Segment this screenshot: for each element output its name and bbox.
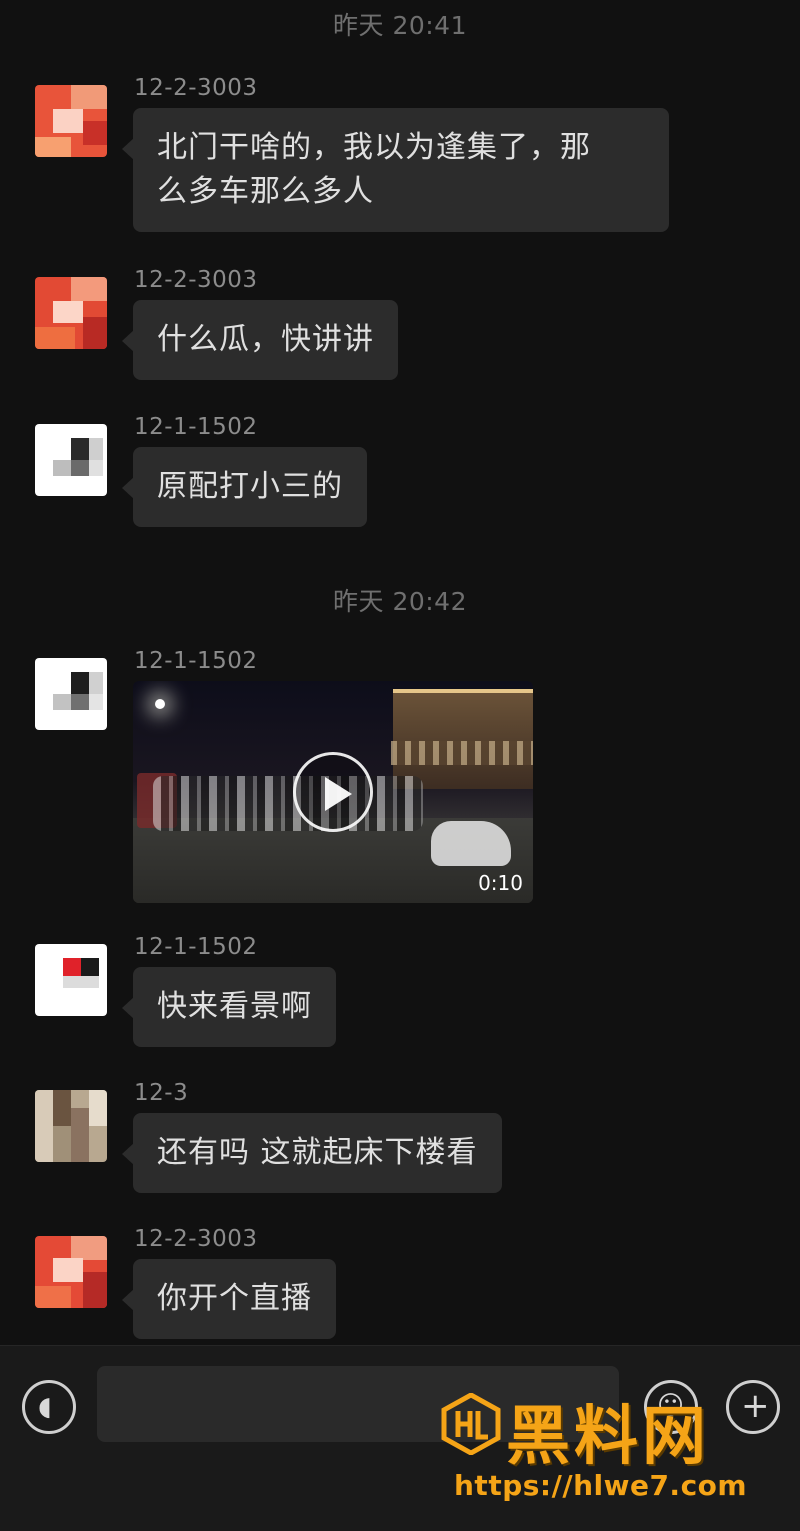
watermark-url: https://hlwe7.com — [454, 1469, 748, 1502]
sender-name: 12-2-3003 — [134, 75, 258, 101]
message-bubble[interactable]: 北门干啥的，我以为逢集了，那 么多车那么多人 — [122, 108, 669, 232]
video-message[interactable]: 0:10 — [133, 681, 533, 903]
avatar[interactable] — [35, 658, 107, 730]
video-thumbnail-lights — [391, 741, 533, 765]
avatar[interactable] — [35, 1090, 107, 1162]
watermark-logo-icon — [441, 1393, 501, 1455]
message-text: 么多车那么多人 — [157, 174, 374, 209]
watermark-name: 黑料网 — [506, 1400, 710, 1474]
message-bubble[interactable]: 原配打小三的 — [122, 447, 367, 527]
watermark: 黑料网 https://hlwe7.com — [440, 1385, 790, 1505]
video-duration: 0:10 — [478, 871, 523, 895]
video-thumbnail-streetlight — [155, 699, 165, 709]
voice-icon[interactable]: ◖ — [22, 1380, 76, 1434]
video-thumbnail-building — [393, 689, 533, 789]
sender-name: 12-1-1502 — [134, 934, 258, 960]
avatar[interactable] — [35, 424, 107, 496]
avatar[interactable] — [35, 277, 107, 349]
video-thumbnail-crowd — [153, 776, 423, 831]
chat-screen: 昨天 20:41 12-2-3003 北门干啥的，我以为逢集了，那 么多车那么多… — [0, 0, 800, 1531]
sender-name: 12-1-1502 — [134, 648, 258, 674]
sender-name: 12-2-3003 — [134, 1226, 258, 1252]
message-text: 还有吗 这就起床下楼看 — [157, 1135, 478, 1170]
message-bubble[interactable]: 你开个直播 — [122, 1259, 336, 1339]
avatar[interactable] — [35, 85, 107, 157]
avatar[interactable] — [35, 1236, 107, 1308]
sender-name: 12-1-1502 — [134, 414, 258, 440]
avatar[interactable] — [35, 944, 107, 1016]
message-text: 你开个直播 — [157, 1281, 312, 1316]
play-icon[interactable] — [293, 752, 373, 832]
message-text: 快来看景啊 — [157, 989, 312, 1024]
message-text: 什么瓜，快讲讲 — [157, 322, 374, 357]
sender-name: 12-3 — [134, 1080, 189, 1106]
message-bubble[interactable]: 还有吗 这就起床下楼看 — [122, 1113, 502, 1193]
message-bubble[interactable]: 快来看景啊 — [122, 967, 336, 1047]
message-text: 北门干啥的，我以为逢集了，那 — [157, 130, 591, 165]
time-divider: 昨天 20:41 — [333, 11, 467, 40]
sender-name: 12-2-3003 — [134, 267, 258, 293]
video-thumbnail-scooter — [431, 821, 511, 866]
message-text: 原配打小三的 — [157, 469, 343, 504]
time-divider: 昨天 20:42 — [333, 587, 467, 616]
message-bubble[interactable]: 什么瓜，快讲讲 — [122, 300, 398, 380]
